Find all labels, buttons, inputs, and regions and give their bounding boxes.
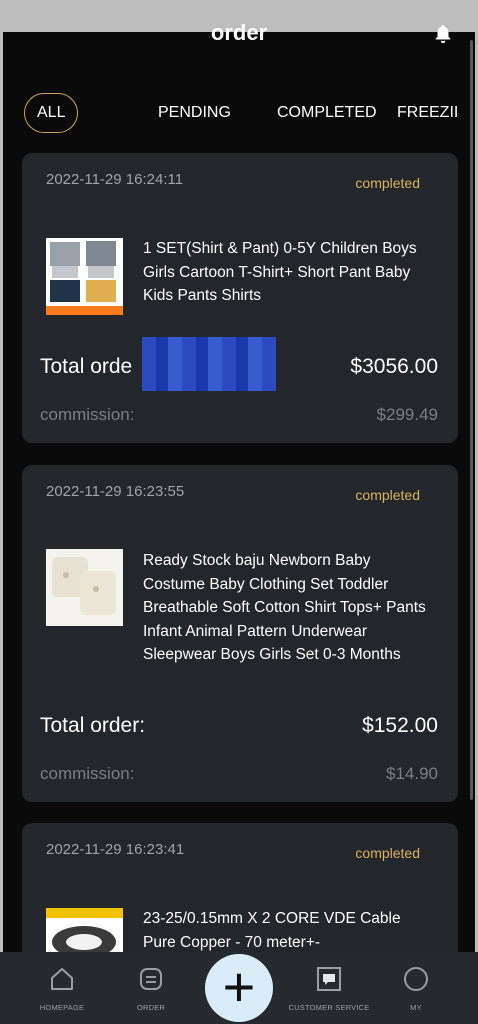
redacted-overlay (142, 337, 276, 391)
bell-icon[interactable] (432, 22, 454, 46)
order-timestamp: 2022-11-29 16:24:11 (46, 171, 184, 188)
order-status: completed (355, 175, 420, 191)
order-status: completed (355, 845, 420, 861)
nav-label: MY (410, 1003, 422, 1012)
scrollbar[interactable] (470, 40, 473, 800)
nav-label: ORDER (136, 1003, 166, 1012)
header: order (0, 14, 478, 54)
tab-pending[interactable]: PENDING (158, 93, 231, 133)
commission-label: commission: (40, 405, 135, 424)
product-thumbnail (46, 238, 123, 315)
add-button[interactable]: + (205, 954, 273, 1022)
plus-icon: + (222, 954, 256, 1018)
product-description: 23-25/0.15mm X 2 CORE VDE Cable Pure Cop… (143, 910, 401, 951)
product-description: 1 SET(Shirt & Pant) 0-5Y Children Boys G… (143, 240, 417, 304)
product-description: Ready Stock baju Newborn Baby Costume Ba… (143, 552, 426, 663)
nav-my[interactable]: MY (371, 952, 461, 1024)
tab-all[interactable]: ALL (24, 93, 79, 133)
tab-freezing[interactable]: FREEZII (397, 93, 458, 133)
order-card[interactable]: 2022-11-29 16:23:55 completed Ready Stoc… (22, 465, 458, 802)
commission-value: $14.90 (386, 764, 438, 783)
home-icon (51, 968, 73, 990)
order-timestamp: 2022-11-29 16:23:55 (46, 483, 185, 500)
order-icon (140, 968, 162, 990)
product-thumbnail (46, 549, 123, 626)
nav-order[interactable]: ORDER (106, 952, 196, 1024)
order-card[interactable]: 2022-11-29 16:24:11 completed 1 SET(Shir… (22, 153, 458, 443)
tab-completed[interactable]: COMPLETED (277, 93, 377, 133)
total-order-label: Total order: (40, 714, 146, 737)
order-tabs: ALL PENDING COMPLETED FREEZII (0, 93, 478, 133)
commission-label: commission: (40, 764, 135, 783)
order-timestamp: 2022-11-29 16:23:41 (46, 841, 185, 858)
total-order-label: Total orde (40, 355, 133, 378)
page-title: order (210, 20, 268, 45)
total-order-value: $152.00 (362, 714, 438, 737)
nav-homepage[interactable]: HOMEPAGE (17, 952, 107, 1024)
nav-customer-service[interactable]: CUSTOMER SERVICE (284, 952, 374, 1024)
total-order-value: $3056.00 (350, 355, 438, 378)
chat-icon (317, 967, 341, 991)
nav-label: HOMEPAGE (39, 1003, 85, 1012)
nav-label: CUSTOMER SERVICE (288, 1003, 370, 1012)
commission-value: $299.49 (376, 405, 438, 424)
profile-icon (404, 967, 428, 991)
order-status: completed (355, 487, 420, 503)
device-frame-left (0, 0, 3, 1024)
